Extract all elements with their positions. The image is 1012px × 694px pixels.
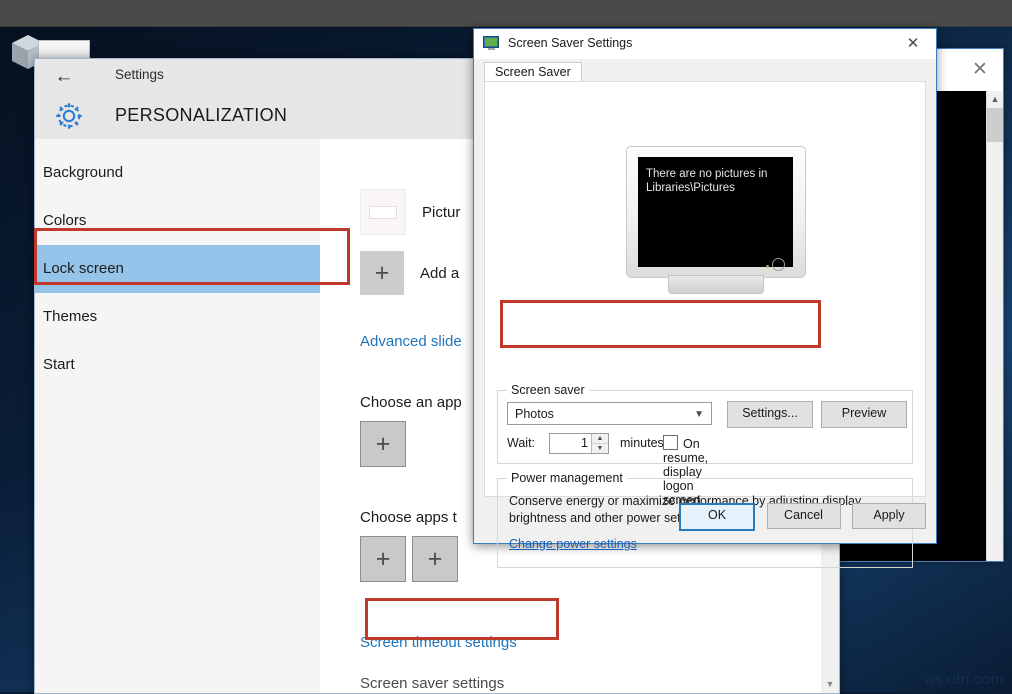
choose-app-button-1[interactable]: +	[360, 536, 406, 582]
screen-saver-dropdown[interactable]: Photos ▼	[507, 402, 712, 425]
plus-icon: +	[375, 261, 390, 286]
dialog-panel: There are no pictures in Libraries\Pictu…	[484, 81, 926, 497]
settings-sidebar: Background Colors Lock screen Themes Sta…	[35, 139, 320, 693]
sidebar-item-label: Colors	[43, 212, 86, 229]
sidebar-item-lock-screen[interactable]: Lock screen	[35, 245, 320, 293]
cancel-button[interactable]: Cancel	[767, 503, 841, 529]
screen-saver-settings-link[interactable]: Screen saver settings	[360, 675, 839, 692]
plus-icon: +	[376, 547, 391, 572]
gear-icon	[52, 99, 86, 133]
choose-an-app-button[interactable]: +	[360, 421, 406, 467]
dialog-title: Screen Saver Settings	[508, 36, 632, 50]
tab-screen-saver[interactable]: Screen Saver	[484, 62, 582, 82]
picture-row-label: Pictur	[422, 204, 460, 221]
dialog-titlebar: Screen Saver Settings ✕	[474, 29, 936, 59]
monitor-screen: There are no pictures in Libraries\Pictu…	[638, 157, 793, 267]
monitor-status-led	[766, 265, 769, 268]
picture-thumbnail[interactable]	[360, 189, 406, 235]
sidebar-item-start[interactable]: Start	[35, 341, 320, 389]
monitor-bezel: There are no pictures in Libraries\Pictu…	[626, 146, 806, 278]
sidebar-item-label: Lock screen	[43, 260, 124, 277]
add-picture-label: Add a	[420, 265, 459, 282]
add-picture-button[interactable]: +	[360, 251, 404, 295]
settings-title: Settings	[115, 67, 164, 82]
monitor-stand	[668, 275, 764, 294]
scroll-up-icon[interactable]: ▲	[987, 91, 1003, 108]
wait-minutes-stepper[interactable]: 1 ▲ ▼	[549, 433, 609, 454]
screen-saver-settings-dialog: Screen Saver Settings ✕ Screen Saver The…	[473, 28, 937, 544]
picture-thumbnail-inner	[369, 206, 397, 219]
dialog-tabstrip: Screen Saver	[474, 59, 936, 81]
wait-value: 1	[581, 436, 588, 450]
close-icon[interactable]: ✕	[890, 29, 936, 59]
top-dark-bar	[0, 0, 1012, 27]
dialog-buttons: OK Cancel Apply	[671, 503, 926, 531]
apply-button[interactable]: Apply	[852, 503, 926, 529]
minutes-label: minutes	[620, 436, 664, 450]
scrollbar-thumb[interactable]	[987, 108, 1003, 142]
back-arrow-icon[interactable]: ←	[49, 64, 79, 90]
stepper-up-icon[interactable]: ▲	[592, 434, 608, 444]
watermark: wsxdn.com	[924, 671, 1004, 688]
monitor-power-led	[772, 258, 785, 271]
scroll-down-icon[interactable]: ▼	[821, 675, 839, 693]
screen-saver-settings-button[interactable]: Settings...	[727, 401, 813, 428]
sidebar-item-label: Start	[43, 356, 75, 373]
screen-saver-selected-value: Photos	[515, 407, 554, 421]
wait-row: Wait: 1 ▲ ▼ minutes On resume, display l…	[507, 436, 535, 450]
power-management-group-label: Power management	[507, 471, 627, 485]
screen-saver-preview-button[interactable]: Preview	[821, 401, 907, 428]
preview-message: There are no pictures in Libraries\Pictu…	[638, 157, 793, 195]
stepper-buttons[interactable]: ▲ ▼	[591, 434, 608, 453]
screen-saver-group: Screen saver Photos ▼ Settings... Previe…	[497, 390, 913, 464]
monitor-preview: There are no pictures in Libraries\Pictu…	[626, 146, 804, 294]
monitor-icon	[483, 36, 500, 51]
stepper-down-icon[interactable]: ▼	[592, 444, 608, 453]
change-power-settings-link[interactable]: Change power settings	[509, 537, 637, 551]
on-resume-checkbox[interactable]	[663, 435, 678, 450]
close-icon[interactable]: ✕	[969, 59, 991, 81]
sidebar-item-themes[interactable]: Themes	[35, 293, 320, 341]
sidebar-item-colors[interactable]: Colors	[35, 197, 320, 245]
wait-label: Wait:	[507, 436, 535, 450]
background-window-scrollbar[interactable]: ▲	[986, 91, 1003, 561]
plus-icon: +	[376, 432, 391, 457]
page-title: PERSONALIZATION	[115, 105, 287, 126]
sidebar-item-label: Themes	[43, 308, 97, 325]
sidebar-item-label: Background	[43, 164, 123, 181]
ok-button[interactable]: OK	[679, 503, 755, 531]
sidebar-item-background[interactable]: Background	[35, 149, 320, 197]
screen-saver-group-label: Screen saver	[507, 383, 589, 397]
screen-timeout-settings-link[interactable]: Screen timeout settings	[360, 634, 839, 651]
chevron-down-icon: ▼	[694, 403, 704, 426]
choose-app-button-2[interactable]: +	[412, 536, 458, 582]
plus-icon: +	[428, 547, 443, 572]
